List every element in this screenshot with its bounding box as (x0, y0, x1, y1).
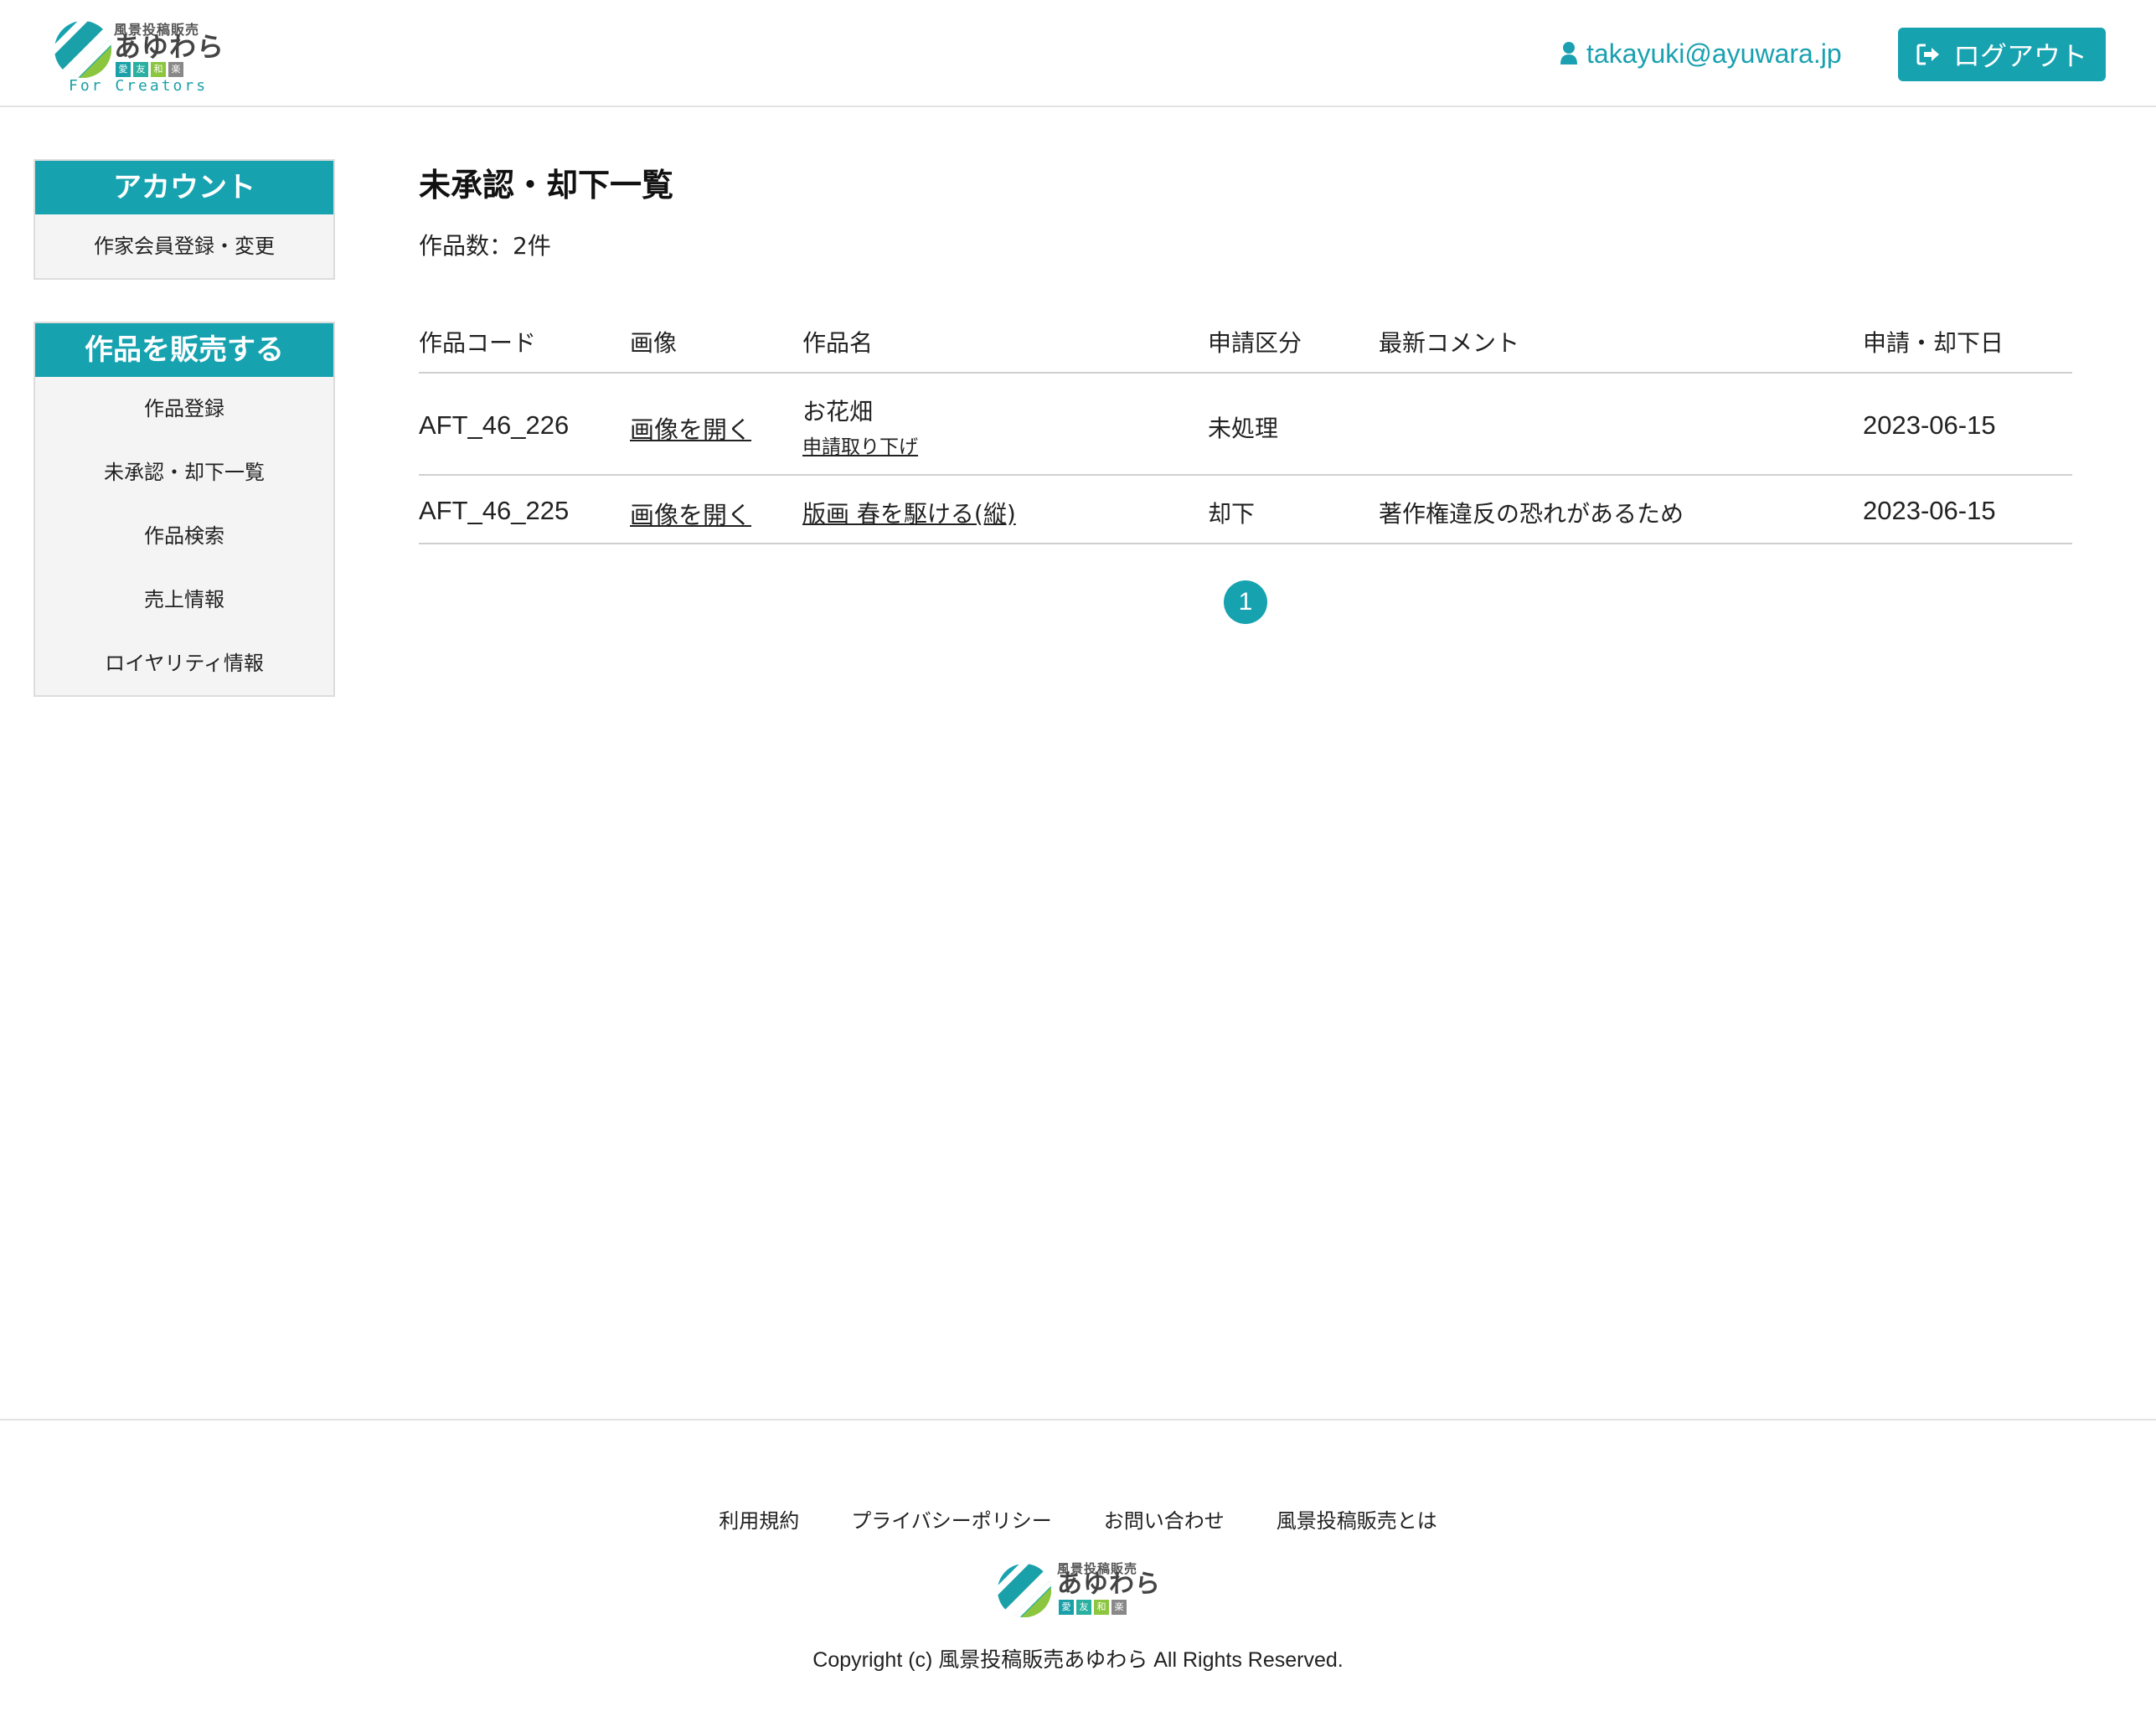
logo-box: 愛 (116, 62, 131, 77)
user-email: takayuki@ayuwara.jp (1586, 38, 1842, 69)
site-header: 風景投稿販売 あゆわら 愛 友 和 楽 For Creators takayuk… (0, 0, 2156, 107)
pagination-page-1[interactable]: 1 (1224, 580, 1267, 624)
logo-boxes: 愛 友 和 楽 (1059, 1600, 1127, 1615)
logo-mark-icon (54, 21, 111, 78)
footer-link-contact[interactable]: お問い合わせ (1104, 1504, 1225, 1534)
column-header-type: 申請区分 (1208, 329, 1302, 357)
application-status: 未処理 (1208, 415, 1279, 442)
page-title: 未承認・却下一覧 (419, 167, 674, 204)
work-code: AFT_46_225 (419, 496, 570, 525)
logout-label: ログアウト (1952, 40, 2087, 72)
footer-link-about[interactable]: 風景投稿販売とは (1277, 1504, 1437, 1534)
logo-box: 楽 (1112, 1600, 1127, 1615)
footer-links: 利用規約 プライバシーポリシー お問い合わせ 風景投稿販売とは (0, 1504, 2156, 1534)
page: 風景投稿販売 あゆわら 愛 友 和 楽 For Creators takayuk… (0, 0, 2156, 1722)
footer-logo[interactable]: 風景投稿販売 あゆわら 愛 友 和 楽 (997, 1560, 1164, 1623)
sidebar-account-card: アカウント 作家会員登録・変更 (34, 159, 335, 280)
application-status: 却下 (1208, 500, 1256, 528)
footer-link-terms[interactable]: 利用規約 (719, 1504, 799, 1534)
logo-box: 友 (133, 62, 148, 77)
logout-button[interactable]: ログアウト (1898, 28, 2106, 81)
table-header: 作品コード 画像 作品名 申請区分 最新コメント 申請・却下日 (419, 315, 2072, 374)
site-footer: 利用規約 プライバシーポリシー お問い合わせ 風景投稿販売とは 風景投稿販売 あ… (0, 1419, 2156, 1722)
application-date: 2023-06-15 (1863, 496, 1996, 525)
work-name-link[interactable]: 版画 春を駆ける(縦) (802, 496, 1016, 529)
user-account-link[interactable]: takayuki@ayuwara.jp (1560, 37, 1842, 70)
logo-main-text: あゆわら (1057, 1570, 1161, 1599)
logo-box: 和 (1094, 1600, 1109, 1615)
application-date: 2023-06-15 (1863, 410, 1996, 440)
user-icon (1560, 42, 1577, 64)
sidebar-sell-title: 作品を販売する (35, 323, 333, 377)
sidebar-item-work-search[interactable]: 作品検索 (35, 504, 333, 568)
works-table: 作品コード 画像 作品名 申請区分 最新コメント 申請・却下日 AFT_46_2… (419, 315, 2072, 544)
work-name: お花畑 (802, 398, 874, 425)
work-count: 作品数：2件 (419, 232, 551, 260)
sidebar-item-member-registration[interactable]: 作家会員登録・変更 (35, 214, 333, 278)
open-image-link[interactable]: 画像を開く (630, 410, 751, 446)
copyright: Copyright (c) 風景投稿販売あゆわら All Rights Rese… (812, 1648, 1344, 1672)
sidebar-item-sales-info[interactable]: 売上情報 (35, 568, 333, 632)
column-header-code: 作品コード (419, 329, 537, 357)
table-row: AFT_46_225 画像を開く 版画 春を駆ける(縦) 却下 著作権違反の恐れ… (419, 476, 2072, 544)
sidebar-item-unapproved-list[interactable]: 未承認・却下一覧 (35, 441, 333, 504)
site-logo[interactable]: 風景投稿販売 あゆわら 愛 友 和 楽 For Creators (54, 18, 224, 95)
logo-box: 楽 (168, 62, 183, 77)
latest-comment: 著作権違反の恐れがあるため (1379, 500, 1684, 528)
sign-out-icon (1916, 44, 1939, 65)
table-row: AFT_46_226 画像を開く お花畑 申請取り下げ 未処理 2023-06-… (419, 374, 2072, 476)
column-header-date: 申請・却下日 (1863, 329, 2004, 357)
logo-box: 愛 (1059, 1600, 1074, 1615)
sidebar-item-work-registration[interactable]: 作品登録 (35, 377, 333, 441)
column-header-name: 作品名 (802, 329, 874, 357)
logo-main-text: あゆわら (114, 31, 225, 63)
column-header-image: 画像 (630, 329, 678, 357)
logo-mark-icon (997, 1563, 1052, 1618)
sidebar-item-royalty-info[interactable]: ロイヤリティ情報 (35, 632, 333, 695)
sidebar-account-title: アカウント (35, 161, 333, 214)
logo-box: 和 (151, 62, 166, 77)
logo-boxes: 愛 友 和 楽 (116, 62, 183, 77)
sidebar-sell-card: 作品を販売する 作品登録 未承認・却下一覧 作品検索 売上情報 ロイヤリティ情報 (34, 322, 335, 697)
open-image-link[interactable]: 画像を開く (630, 496, 751, 531)
withdraw-application-link[interactable]: 申請取り下げ (802, 430, 918, 459)
footer-link-privacy[interactable]: プライバシーポリシー (851, 1504, 1052, 1534)
logo-box: 友 (1076, 1600, 1091, 1615)
column-header-comment: 最新コメント (1379, 329, 1520, 357)
logo-subtitle: For Creators (69, 77, 209, 95)
work-code: AFT_46_226 (419, 410, 570, 440)
